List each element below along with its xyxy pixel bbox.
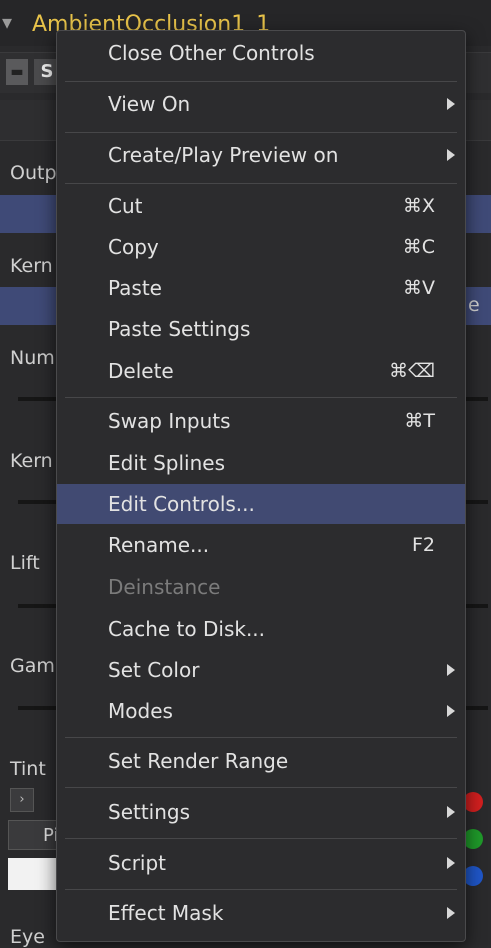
menu-item-script[interactable]: Script [57, 843, 465, 883]
label-gamma: Gam [10, 655, 55, 677]
menu-item-set-render-range[interactable]: Set Render Range [57, 741, 465, 781]
menu-item-rename[interactable]: Rename... F2 [57, 525, 465, 565]
submenu-arrow-icon [447, 857, 455, 869]
menu-item-paste[interactable]: Paste ⌘V [57, 268, 465, 308]
menu-item-view-on[interactable]: View On [57, 84, 465, 124]
menu-item-copy[interactable]: Copy ⌘C [57, 227, 465, 267]
menu-separator [65, 838, 457, 839]
menu-item-paste-settings[interactable]: Paste Settings [57, 309, 465, 349]
menu-separator [65, 889, 457, 890]
submenu-arrow-icon [447, 907, 455, 919]
menu-item-swap-inputs[interactable]: Swap Inputs ⌘T [57, 401, 465, 441]
menu-separator [65, 81, 457, 82]
menu-item-cache-to-disk[interactable]: Cache to Disk... [57, 609, 465, 649]
menu-item-modes[interactable]: Modes [57, 691, 465, 731]
green-channel-dot[interactable] [463, 829, 483, 849]
menu-item-delete[interactable]: Delete ⌘⌫ [57, 351, 465, 391]
menu-separator [65, 397, 457, 398]
pin-icon[interactable]: ▬ [6, 59, 28, 85]
chevron-right-icon[interactable]: › [10, 788, 34, 812]
submenu-arrow-icon [447, 98, 455, 110]
kernel-value-fragment: e [468, 294, 480, 316]
submenu-arrow-icon [447, 149, 455, 161]
label-output: Outp [10, 162, 57, 184]
menu-item-edit-splines[interactable]: Edit Splines [57, 443, 465, 483]
label-kernel-2: Kern [10, 450, 53, 472]
label-kernel: Kern [10, 255, 53, 277]
menu-item-deinstance: Deinstance [108, 575, 221, 599]
menu-separator [65, 183, 457, 184]
menu-item-settings[interactable]: Settings [57, 792, 465, 832]
blue-channel-dot[interactable] [463, 866, 483, 886]
submenu-arrow-icon [447, 806, 455, 818]
label-number: Num [10, 347, 55, 369]
menu-separator [65, 787, 457, 788]
red-channel-dot[interactable] [463, 792, 483, 812]
submenu-arrow-icon [447, 705, 455, 717]
menu-item-cut[interactable]: Cut ⌘X [57, 186, 465, 226]
submenu-arrow-icon [447, 664, 455, 676]
menu-separator [65, 132, 457, 133]
menu-separator [65, 737, 457, 738]
menu-item-close-other-controls[interactable]: Close Other Controls [57, 33, 465, 73]
menu-item-effect-mask[interactable]: Effect Mask [57, 893, 465, 933]
label-lift: Lift [10, 552, 40, 574]
label-tint: Tint [10, 758, 46, 780]
menu-item-edit-controls[interactable]: Edit Controls... [57, 484, 465, 524]
context-menu: Close Other Controls View On Create/Play… [56, 30, 466, 942]
menu-item-create-play-preview[interactable]: Create/Play Preview on [57, 135, 465, 175]
collapse-arrow-icon[interactable]: ▾ [2, 10, 12, 34]
menu-item-set-color[interactable]: Set Color [57, 650, 465, 690]
